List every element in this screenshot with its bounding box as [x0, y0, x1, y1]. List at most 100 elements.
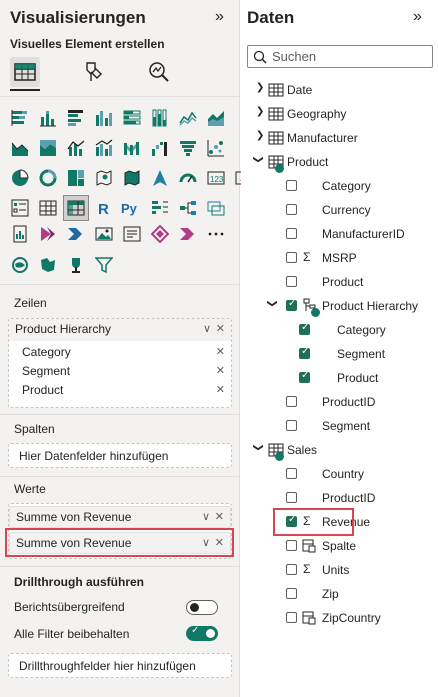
- 100-column-icon[interactable]: [148, 106, 172, 130]
- field-row[interactable]: Zip: [241, 582, 438, 606]
- arcgis-icon[interactable]: [8, 253, 32, 277]
- remove-field-icon[interactable]: ✕: [215, 510, 224, 523]
- field-row[interactable]: Currency: [241, 198, 438, 222]
- remove-level-icon[interactable]: ✕: [216, 383, 225, 396]
- table-manufacturer[interactable]: ❯ Manufacturer: [241, 126, 438, 150]
- funnel-icon[interactable]: [176, 136, 200, 160]
- python-icon[interactable]: Py: [120, 196, 144, 220]
- chevron-right-icon[interactable]: ❯: [256, 106, 264, 117]
- area-icon[interactable]: [204, 106, 228, 130]
- field-checkbox[interactable]: [286, 420, 297, 431]
- rows-field-pill[interactable]: Product Hierarchy ∨ ✕: [9, 319, 231, 341]
- stacked-column-icon[interactable]: [36, 106, 60, 130]
- drillthrough-well[interactable]: Drillthroughfelder hier hinzufügen: [8, 653, 232, 678]
- field-checkbox[interactable]: [286, 180, 297, 191]
- clustered-column-icon[interactable]: [92, 106, 116, 130]
- pie-icon[interactable]: [8, 166, 32, 190]
- field-checkbox[interactable]: [286, 492, 297, 503]
- line-icon[interactable]: [176, 106, 200, 130]
- hierarchy-level-row[interactable]: ✓ Product: [241, 366, 438, 390]
- field-checkbox[interactable]: ✓: [286, 298, 297, 311]
- qa-icon[interactable]: [204, 196, 228, 220]
- table-date[interactable]: ❯ Date: [241, 78, 438, 102]
- 100-bar-icon[interactable]: [120, 106, 144, 130]
- field-checkbox[interactable]: ✓: [299, 370, 310, 383]
- waterfall-icon[interactable]: [148, 136, 172, 160]
- field-checkbox[interactable]: [286, 204, 297, 215]
- table-sales[interactable]: ❯ Sales: [241, 438, 438, 462]
- key-influencers-icon[interactable]: [148, 196, 172, 220]
- stacked-area-icon[interactable]: [8, 136, 32, 160]
- 100-area-icon[interactable]: [36, 136, 60, 160]
- line-column-icon[interactable]: [64, 136, 88, 160]
- field-checkbox[interactable]: [286, 396, 297, 407]
- goals-icon[interactable]: [176, 222, 200, 246]
- chevron-down-icon[interactable]: ❯: [253, 443, 264, 451]
- power-automate-icon[interactable]: [64, 222, 88, 246]
- table-icon[interactable]: [36, 196, 60, 220]
- field-checkbox[interactable]: [286, 276, 297, 287]
- columns-well[interactable]: Hier Datenfelder hinzufügen: [8, 443, 232, 468]
- field-row[interactable]: Σ Units: [241, 558, 438, 582]
- donut-icon[interactable]: [36, 166, 60, 190]
- field-row[interactable]: ProductID: [241, 390, 438, 414]
- power-apps-icon[interactable]: [36, 222, 60, 246]
- narrative-icon[interactable]: [120, 222, 144, 246]
- values-field-pill[interactable]: Summe von Revenue ∨ ✕: [9, 506, 231, 528]
- map-icon[interactable]: [92, 166, 116, 190]
- azure-map-icon[interactable]: [148, 166, 172, 190]
- hierarchy-level-row[interactable]: ✓ Category: [241, 318, 438, 342]
- collapse-data-icon[interactable]: »: [413, 8, 422, 26]
- chevron-right-icon[interactable]: ❯: [256, 82, 264, 93]
- matrix-icon[interactable]: [63, 195, 89, 221]
- chevron-down-icon[interactable]: ❯: [267, 299, 278, 307]
- field-checkbox[interactable]: [286, 564, 297, 575]
- r-script-icon[interactable]: R: [92, 196, 116, 220]
- field-row[interactable]: ZipCountry: [241, 606, 438, 630]
- field-row[interactable]: Product: [241, 270, 438, 294]
- field-checkbox[interactable]: [286, 252, 297, 263]
- shape-map-icon[interactable]: [36, 253, 60, 277]
- scatter-icon[interactable]: [204, 136, 228, 160]
- analytics-tab[interactable]: [144, 57, 174, 87]
- keep-filters-toggle[interactable]: ✓: [186, 625, 218, 641]
- field-checkbox[interactable]: [286, 228, 297, 239]
- field-row[interactable]: ProductID: [241, 486, 438, 510]
- chevron-down-icon[interactable]: ∨: [203, 322, 211, 335]
- field-checkbox[interactable]: [286, 540, 297, 551]
- remove-level-icon[interactable]: ✕: [216, 345, 225, 358]
- metrics-icon[interactable]: [148, 222, 172, 246]
- table-geography[interactable]: ❯ Geography: [241, 102, 438, 126]
- field-row[interactable]: Country: [241, 462, 438, 486]
- stacked-bar-icon[interactable]: [8, 106, 32, 130]
- more-icon[interactable]: [204, 222, 228, 246]
- search-input[interactable]: [272, 48, 427, 65]
- field-checkbox[interactable]: [286, 612, 297, 623]
- hierarchy-level-row[interactable]: ✓ Segment: [241, 342, 438, 366]
- field-row[interactable]: Σ MSRP: [241, 246, 438, 270]
- clustered-bar-icon[interactable]: [64, 106, 88, 130]
- field-row[interactable]: Segment: [241, 414, 438, 438]
- paginated-report-icon[interactable]: [8, 222, 32, 246]
- treemap-icon[interactable]: [64, 166, 88, 190]
- field-row[interactable]: Category: [241, 174, 438, 198]
- field-checkbox[interactable]: ✓: [299, 346, 310, 359]
- search-box[interactable]: [247, 45, 433, 68]
- filter-icon[interactable]: [92, 253, 116, 277]
- field-checkbox[interactable]: [286, 588, 297, 599]
- field-row[interactable]: ManufacturerID: [241, 222, 438, 246]
- card-icon[interactable]: 123: [204, 166, 228, 190]
- collapse-visualizations-icon[interactable]: »: [215, 8, 224, 26]
- chevron-right-icon[interactable]: ❯: [256, 130, 264, 141]
- slicer-icon[interactable]: [8, 196, 32, 220]
- table-product[interactable]: ❯ Product: [241, 150, 438, 174]
- field-row[interactable]: Spalte: [241, 534, 438, 558]
- rows-well[interactable]: Product Hierarchy ∨ ✕ Category ✕ Segment…: [8, 318, 232, 408]
- ribbon-icon[interactable]: [120, 136, 144, 160]
- filled-map-icon[interactable]: [120, 166, 144, 190]
- chevron-down-icon[interactable]: ∨: [202, 510, 210, 523]
- hierarchy-row[interactable]: ❯ ✓ Product Hierarchy: [241, 294, 438, 318]
- build-visual-tab[interactable]: [10, 57, 40, 87]
- line-clustered-icon[interactable]: [92, 136, 116, 160]
- gauge-icon[interactable]: [176, 166, 200, 190]
